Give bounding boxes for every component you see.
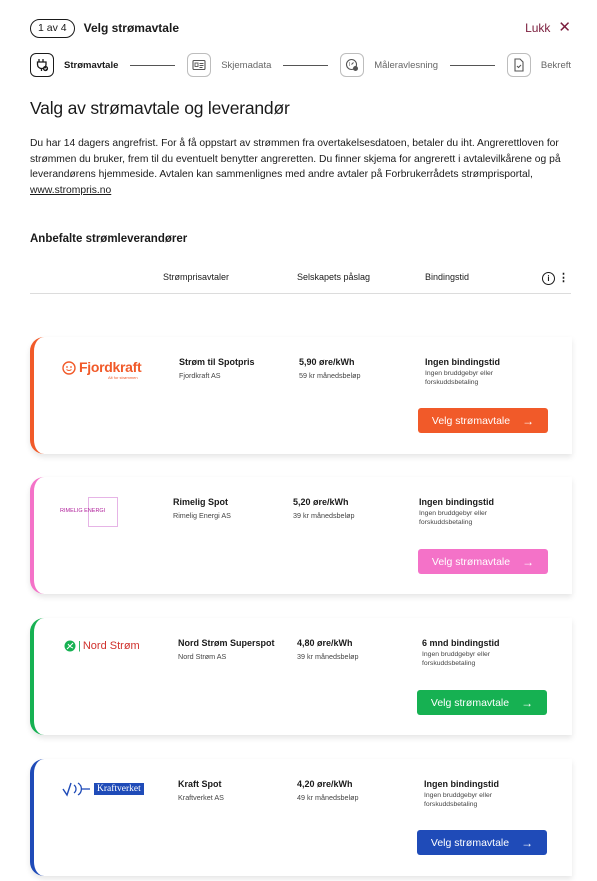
fjordkraft-logo: Fjordkraft Alt for strømmen <box>62 359 172 381</box>
step-label: Måleravlesning <box>374 59 439 71</box>
price-markup: 5,20 øre/kWh <box>293 497 349 507</box>
logo-text: Fjordkraft <box>79 359 142 375</box>
close-button[interactable]: Lukk ✕ <box>525 19 571 36</box>
select-agreement-button[interactable]: Velg strømavtale → <box>418 549 548 574</box>
monthly-fee: 49 kr månedsbeløp <box>297 793 359 802</box>
step-indicator: 1 av 4 <box>30 18 75 38</box>
rimelig-energi-logo: RIMELIG ENERGI <box>60 497 120 527</box>
binding-period: Ingen bindingstid <box>424 779 499 789</box>
step-skjemadata[interactable]: Skjemadata <box>187 53 271 77</box>
binding-period: Ingen bindingstid <box>419 497 494 507</box>
arrow-right-icon: → <box>522 413 535 428</box>
step-connector <box>283 64 329 66</box>
plug-icon <box>30 53 54 77</box>
provider-card: RIMELIG ENERGI Rimelig Spot Rimelig Ener… <box>30 477 572 594</box>
close-icon: ✕ <box>558 19 571 36</box>
button-label: Velg strømavtale <box>431 414 511 427</box>
kraftverket-logo: Kraftverket <box>62 781 144 797</box>
section-title: Anbefalte strømleverandører <box>30 233 188 245</box>
intro-body: Du har 14 dagers angrefrist. For å få op… <box>30 138 561 180</box>
product-name: Rimelig Spot <box>173 497 229 507</box>
document-check-icon <box>506 53 531 77</box>
binding-note: Ingen bruddgebyr eller forskuddsbetaling <box>419 510 488 526</box>
arrow-right-icon: → <box>522 554 535 569</box>
price-markup: 4,80 øre/kWh <box>297 638 353 648</box>
price-markup: 4,20 øre/kWh <box>297 779 353 789</box>
monthly-fee: 39 kr månedsbeløp <box>293 511 355 520</box>
logo-text: RIMELIG ENERGI <box>60 508 106 514</box>
nord-strom-logo: | Nord Strøm <box>64 640 140 652</box>
page-title: Valg av strømavtale og leverandør <box>30 98 290 118</box>
binding-note: Ingen bruddgebyr eller forskuddsbetaling <box>425 370 494 386</box>
company-name: Kraftverket AS <box>178 793 224 802</box>
binding-period: Ingen bindingstid <box>425 357 500 367</box>
binding-period: 6 mnd bindingstid <box>422 638 500 648</box>
table-header: Strømprisavtaler Selskapets påslag Bindi… <box>30 266 571 294</box>
select-agreement-button[interactable]: Velg strømavtale → <box>418 408 548 433</box>
product-name: Strøm til Spotpris <box>179 357 255 367</box>
button-label: Velg strømavtale <box>431 555 511 568</box>
step-connector <box>450 64 495 66</box>
column-header-markup: Selskapets påslag <box>297 272 371 282</box>
info-icon[interactable]: i <box>542 272 555 285</box>
provider-card: Fjordkraft Alt for strømmen Strøm til Sp… <box>30 337 572 454</box>
logo-tagline: Alt for strømmen <box>108 375 138 380</box>
company-name: Rimelig Energi AS <box>173 511 231 520</box>
arrow-right-icon: → <box>521 695 534 710</box>
step-maleravlesning[interactable]: Måleravlesning <box>340 53 438 77</box>
product-name: Kraft Spot <box>178 779 222 789</box>
step-connector <box>130 64 176 66</box>
provider-card: Kraftverket Kraft Spot Kraftverket AS 4,… <box>30 759 572 876</box>
page-header-title: Velg strømavtale <box>83 21 179 35</box>
company-name: Fjordkraft AS <box>179 371 221 380</box>
wave-icon <box>62 782 90 797</box>
step-label: Strømavtale <box>64 59 119 71</box>
monthly-fee: 59 kr månedsbeløp <box>299 371 361 380</box>
progress-stepper: Strømavtale Skjemadata Måleravlesning Be… <box>30 52 571 78</box>
column-header-binding: Bindingstid <box>425 272 470 282</box>
button-label: Velg strømavtale <box>430 696 510 709</box>
select-agreement-button[interactable]: Velg strømavtale → <box>417 830 547 855</box>
close-label: Lukk <box>525 21 551 35</box>
column-header-agreement: Strømprisavtaler <box>163 272 230 282</box>
leaf-icon <box>64 640 76 652</box>
logo-text: Nord Strøm <box>82 640 140 652</box>
more-options-icon[interactable]: ⋮ <box>558 271 569 284</box>
logo-text: Kraftverket <box>94 783 144 795</box>
monthly-fee: 39 kr månedsbeløp <box>297 652 359 661</box>
step-label: Skjemadata <box>221 59 272 71</box>
id-card-icon <box>187 53 212 77</box>
arrow-right-icon: → <box>521 835 534 850</box>
step-label: Bekreft <box>540 59 572 71</box>
button-label: Velg strømavtale <box>430 836 510 849</box>
binding-note: Ingen bruddgebyr eller forskuddsbetaling <box>422 651 491 667</box>
provider-card: | Nord Strøm Nord Strøm Superspot Nord S… <box>30 618 572 735</box>
select-agreement-button[interactable]: Velg strømavtale → <box>417 690 547 715</box>
price-markup: 5,90 øre/kWh <box>299 357 355 367</box>
top-bar: 1 av 4 Velg strømavtale Lukk ✕ <box>30 18 571 38</box>
intro-text: Du har 14 dagers angrefrist. For å få op… <box>30 136 575 198</box>
company-name: Nord Strøm AS <box>178 652 227 661</box>
strompris-link[interactable]: www.strompris.no <box>30 185 111 196</box>
step-stromavtale[interactable]: Strømavtale <box>30 53 118 77</box>
binding-note: Ingen bruddgebyr eller forskuddsbetaling <box>424 792 493 808</box>
meter-icon <box>340 53 365 77</box>
step-bekreft[interactable]: Bekreft <box>506 53 572 77</box>
product-name: Nord Strøm Superspot <box>178 638 275 648</box>
